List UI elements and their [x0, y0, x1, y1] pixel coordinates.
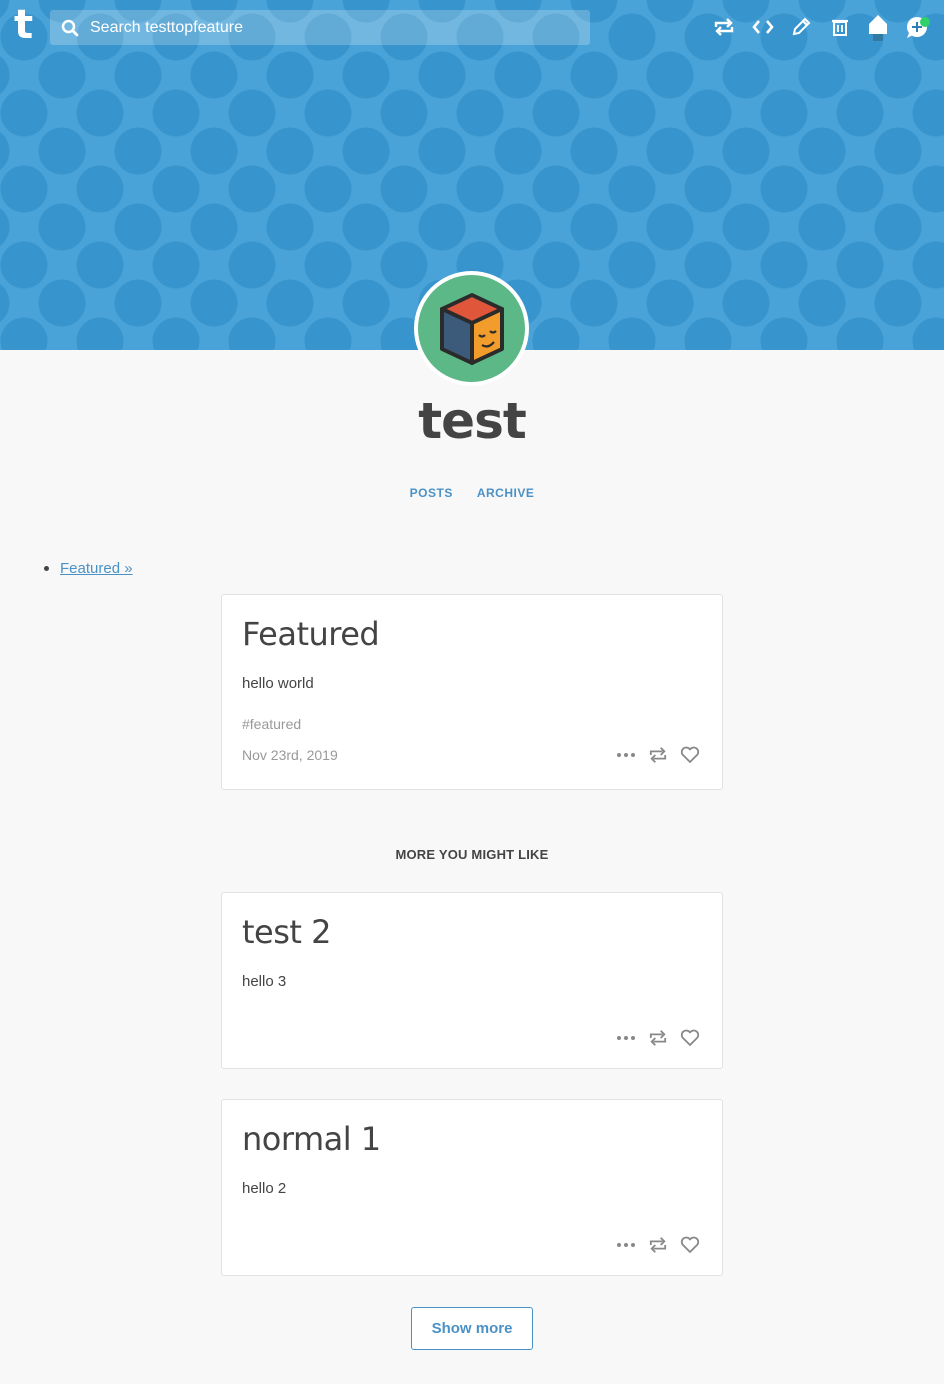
top-bar: t — [0, 0, 944, 55]
blog-nav: POSTS ARCHIVE — [0, 486, 944, 500]
post-body: hello world — [242, 675, 314, 692]
tumblr-logo[interactable]: t — [14, 5, 38, 45]
search-bar[interactable] — [50, 10, 590, 45]
top-icons — [705, 6, 936, 48]
post-title[interactable]: normal 1 — [242, 1120, 381, 1158]
post-title[interactable]: Featured — [242, 615, 380, 653]
post-date[interactable]: Nov 23rd, 2019 — [242, 747, 338, 763]
pencil-icon[interactable] — [782, 8, 821, 46]
more-options-icon[interactable] — [614, 1233, 638, 1257]
blog-title: test — [418, 392, 526, 450]
post-title[interactable]: test 2 — [242, 913, 331, 951]
list-item: Featured » — [44, 560, 133, 577]
notification-dot — [920, 17, 930, 27]
related-post-card: test 2 hello 3 — [221, 892, 723, 1069]
nav-archive-link[interactable]: ARCHIVE — [477, 486, 535, 500]
search-icon — [50, 10, 90, 45]
reblog-icon[interactable] — [646, 1026, 670, 1050]
trash-icon[interactable] — [821, 8, 860, 46]
avatar-cube-icon — [418, 275, 525, 382]
like-heart-icon[interactable] — [678, 1233, 702, 1257]
post-actions — [614, 743, 702, 767]
home-icon[interactable] — [859, 8, 898, 46]
post-actions — [614, 1026, 702, 1050]
reblog-icon[interactable] — [646, 743, 670, 767]
show-more-button[interactable]: Show more — [411, 1307, 533, 1350]
retweet-icon[interactable] — [705, 8, 744, 46]
chat-add-icon[interactable] — [898, 8, 937, 46]
nav-posts-link[interactable]: POSTS — [410, 486, 453, 500]
post-body: hello 3 — [242, 973, 287, 990]
more-options-icon[interactable] — [614, 743, 638, 767]
code-icon[interactable] — [744, 8, 783, 46]
search-input[interactable] — [90, 12, 570, 43]
bullet — [44, 566, 49, 571]
post-actions — [614, 1233, 702, 1257]
featured-list: Featured » — [44, 560, 133, 577]
featured-link[interactable]: Featured » — [60, 560, 133, 577]
like-heart-icon[interactable] — [678, 1026, 702, 1050]
post-tag[interactable]: #featured — [242, 716, 301, 732]
related-post-card: normal 1 hello 2 — [221, 1099, 723, 1276]
like-heart-icon[interactable] — [678, 743, 702, 767]
blog-avatar[interactable] — [414, 271, 529, 386]
more-options-icon[interactable] — [614, 1026, 638, 1050]
more-you-might-like-heading: MORE YOU MIGHT LIKE — [395, 847, 549, 862]
featured-post-card: Featured hello world #featured Nov 23rd,… — [221, 594, 723, 790]
post-body: hello 2 — [242, 1180, 287, 1197]
reblog-icon[interactable] — [646, 1233, 670, 1257]
